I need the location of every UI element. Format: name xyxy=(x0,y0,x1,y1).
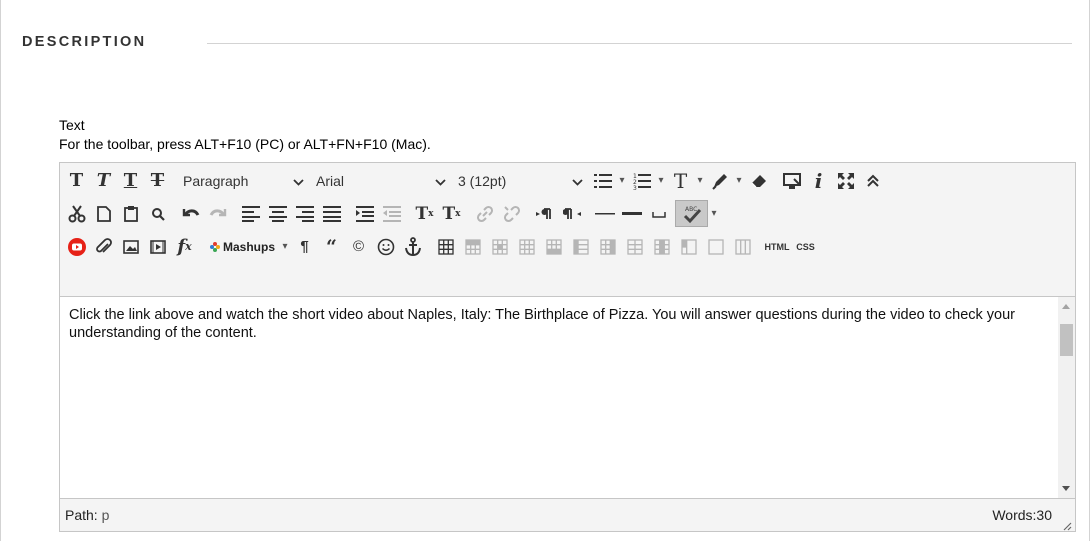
table-col-after-icon[interactable] xyxy=(567,233,594,260)
table-delete-col-icon[interactable] xyxy=(594,233,621,260)
toolbar-row-3: fx Mashups ▾ ¶ “ © HTML CSS xyxy=(60,231,819,262)
paragraph-mark-icon[interactable]: ¶ xyxy=(291,233,318,260)
toolbar-hint: For the toolbar, press ALT+F10 (PC) or A… xyxy=(59,136,431,152)
font-select-value: Arial xyxy=(316,172,345,189)
bullet-list-icon[interactable] xyxy=(589,167,616,194)
path-value[interactable]: p xyxy=(102,507,110,523)
bullet-list-dropdown-icon[interactable]: ▾ xyxy=(616,167,628,194)
align-center-icon[interactable] xyxy=(264,200,291,227)
table-col-before-icon[interactable] xyxy=(540,233,567,260)
numbered-list-icon[interactable]: 123 xyxy=(628,167,655,194)
copy-icon[interactable] xyxy=(90,200,117,227)
collapse-toolbar-icon[interactable] xyxy=(859,167,886,194)
superscript-icon[interactable]: Tx xyxy=(411,200,438,227)
horizontal-rule-icon[interactable] xyxy=(591,200,618,227)
section-divider xyxy=(207,43,1072,44)
chevron-down-icon xyxy=(435,173,446,189)
mashups-icon xyxy=(210,241,220,252)
css-button[interactable]: CSS xyxy=(792,233,819,260)
path-label: Path: xyxy=(65,507,98,523)
svg-text:ABC: ABC xyxy=(685,206,697,213)
mashups-button[interactable]: Mashups xyxy=(204,233,279,260)
info-icon[interactable]: i xyxy=(805,167,832,194)
word-count: Words:30 xyxy=(992,507,1052,523)
numbered-list-dropdown-icon[interactable]: ▾ xyxy=(655,167,667,194)
spellcheck-button[interactable]: ABC xyxy=(675,200,708,227)
underline-button[interactable]: T xyxy=(117,167,144,194)
field-label: Text xyxy=(59,117,85,133)
anchor-icon[interactable] xyxy=(399,233,426,260)
ltr-icon[interactable] xyxy=(531,200,558,227)
text-color-icon[interactable]: T xyxy=(667,167,694,194)
editor-text[interactable]: Click the link above and watch the short… xyxy=(69,306,1039,342)
image-icon[interactable] xyxy=(117,233,144,260)
insert-table-icon[interactable] xyxy=(432,233,459,260)
highlight-dropdown-icon[interactable]: ▾ xyxy=(733,167,745,194)
paste-icon[interactable] xyxy=(117,200,144,227)
unlink-icon[interactable] xyxy=(498,200,525,227)
spellcheck-dropdown-icon[interactable]: ▾ xyxy=(708,200,720,227)
toolbar-row-1: T T T T Paragraph Arial 3 (12pt) ▾ 1 2 3… xyxy=(60,165,886,196)
size-select-value: 3 (12pt) xyxy=(458,172,507,189)
html-source-button[interactable]: HTML xyxy=(762,233,792,260)
text-color-dropdown-icon[interactable]: ▾ xyxy=(694,167,706,194)
vertical-scrollbar[interactable] xyxy=(1058,297,1075,498)
table-row-after-icon[interactable] xyxy=(486,233,513,260)
table-split-cell-icon[interactable] xyxy=(621,233,648,260)
strikethrough-button[interactable]: T xyxy=(144,167,171,194)
youtube-icon[interactable] xyxy=(63,233,90,260)
nonbreaking-space-icon[interactable] xyxy=(645,200,672,227)
chevron-down-icon xyxy=(572,173,583,189)
format-select[interactable]: Paragraph xyxy=(177,167,310,194)
align-left-icon[interactable] xyxy=(237,200,264,227)
emoticon-icon[interactable] xyxy=(372,233,399,260)
table-props-icon[interactable] xyxy=(729,233,756,260)
table-cell-props-icon[interactable] xyxy=(675,233,702,260)
scroll-thumb[interactable] xyxy=(1060,324,1073,356)
resize-handle-icon[interactable] xyxy=(1062,518,1072,531)
copyright-icon[interactable]: © xyxy=(345,233,372,260)
cut-icon[interactable] xyxy=(63,200,90,227)
bold-button[interactable]: T xyxy=(63,167,90,194)
fullscreen-icon[interactable] xyxy=(832,167,859,194)
math-formula-icon[interactable]: fx xyxy=(171,233,198,260)
size-select[interactable]: 3 (12pt) xyxy=(452,167,589,194)
attachment-icon[interactable] xyxy=(90,233,117,260)
find-icon[interactable] xyxy=(144,200,171,227)
rtl-icon[interactable] xyxy=(558,200,585,227)
preview-icon[interactable] xyxy=(778,167,805,194)
highlight-pen-icon[interactable] xyxy=(706,167,733,194)
subscript-icon[interactable]: Tx xyxy=(438,200,465,227)
toolbar-row-2: Tx Tx ABC ▾ xyxy=(60,198,720,229)
section-heading: DESCRIPTION xyxy=(22,34,147,50)
undo-icon[interactable] xyxy=(177,200,204,227)
table-merge-cell-icon[interactable] xyxy=(648,233,675,260)
align-right-icon[interactable] xyxy=(291,200,318,227)
indent-icon[interactable] xyxy=(351,200,378,227)
editor-content-area[interactable]: Click the link above and watch the short… xyxy=(60,296,1075,499)
link-icon[interactable] xyxy=(471,200,498,227)
table-delete-row-icon[interactable] xyxy=(513,233,540,260)
italic-button[interactable]: T xyxy=(90,167,117,194)
font-select[interactable]: Arial xyxy=(310,167,452,194)
redo-icon[interactable] xyxy=(204,200,231,227)
eraser-icon[interactable] xyxy=(745,167,772,194)
table-row-props-icon[interactable] xyxy=(702,233,729,260)
rich-text-editor: T T T T Paragraph Arial 3 (12pt) ▾ 1 2 3… xyxy=(59,162,1076,532)
table-row-before-icon[interactable] xyxy=(459,233,486,260)
mashups-dropdown-icon[interactable]: ▾ xyxy=(279,233,291,260)
scroll-down-icon[interactable] xyxy=(1062,486,1070,491)
scroll-up-icon[interactable] xyxy=(1062,304,1070,309)
format-select-value: Paragraph xyxy=(183,172,249,189)
media-icon[interactable] xyxy=(144,233,171,260)
chevron-down-icon xyxy=(293,173,304,189)
align-justify-icon[interactable] xyxy=(318,200,345,227)
mashups-label: Mashups xyxy=(223,239,276,254)
blockquote-icon[interactable]: “ xyxy=(318,233,345,260)
outdent-icon[interactable] xyxy=(378,200,405,227)
editor-status-bar: Path: p Words:30 xyxy=(60,499,1075,531)
element-path: Path: p xyxy=(65,507,109,523)
thick-rule-icon[interactable] xyxy=(618,200,645,227)
svg-text:3: 3 xyxy=(633,185,637,190)
